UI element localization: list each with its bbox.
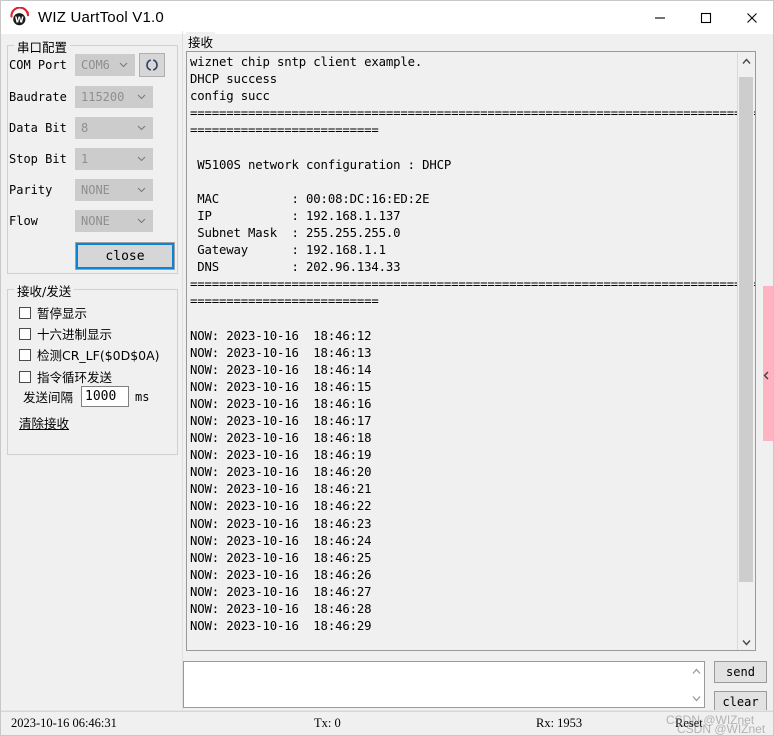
checkbox-box-icon — [19, 327, 31, 340]
data-bit-select[interactable]: 8 — [75, 117, 153, 139]
checkbox-label: 指令循环发送 — [37, 370, 113, 385]
right-edge-overlay-strip — [763, 286, 773, 441]
checkbox-box-icon — [19, 348, 31, 361]
window-controls — [637, 1, 773, 34]
com-port-select[interactable]: COM6 — [75, 54, 135, 76]
chevron-down-icon[interactable] — [688, 690, 704, 706]
wiz-w-logo-icon: W — [9, 6, 31, 29]
send-button[interactable]: send — [714, 661, 767, 683]
receive-scrollbar-thumb[interactable] — [739, 77, 753, 582]
baudrate-value: 115200 — [81, 90, 125, 104]
refresh-ports-icon[interactable] — [139, 53, 165, 77]
panel-divider — [182, 31, 183, 713]
chevron-down-icon — [137, 154, 146, 163]
field-flow: Flow NONE — [1, 209, 172, 233]
title-bar: W WIZ UartTool V1.0 — [1, 1, 773, 34]
checkbox-box-icon — [19, 306, 31, 319]
label-parity: Parity — [9, 183, 53, 197]
status-rx-count: Rx: 1953 — [536, 716, 583, 730]
parity-select[interactable]: NONE — [75, 179, 153, 201]
chevron-down-icon — [137, 185, 146, 194]
close-icon[interactable] — [729, 1, 773, 34]
label-data-bit: Data Bit — [9, 121, 67, 135]
stop-bit-select[interactable]: 1 — [75, 148, 153, 170]
chevron-down-icon — [137, 216, 146, 225]
send-input-scrollbar[interactable] — [688, 662, 704, 707]
chevron-left-icon — [763, 367, 770, 380]
clear-receive-link[interactable]: 清除接收 — [19, 413, 69, 432]
send-input[interactable] — [183, 661, 705, 708]
chevron-down-icon — [137, 123, 146, 132]
status-bar: 2023-10-16 06:46:31 Tx: 0 Rx: 1953 Reset — [1, 711, 773, 735]
send-interval-row: 发送间隔 1000 ms — [23, 386, 149, 407]
title-bar-left: W WIZ UartTool V1.0 — [1, 6, 164, 29]
flow-select[interactable]: NONE — [75, 210, 153, 232]
checkbox-box-icon — [19, 370, 31, 383]
checkbox-hex-display[interactable]: 十六进制显示 — [19, 324, 112, 343]
chevron-down-icon — [119, 60, 128, 69]
label-stop-bit: Stop Bit — [9, 152, 67, 166]
receive-panel-title: 接收 — [186, 32, 216, 51]
flow-value: NONE — [81, 214, 110, 228]
window-title: WIZ UartTool V1.0 — [38, 9, 164, 26]
status-timestamp: 2023-10-16 06:46:31 — [11, 716, 117, 730]
checkbox-label: 检测CR_LF($0D$0A) — [37, 348, 160, 363]
svg-text:W: W — [15, 15, 24, 24]
checkbox-label: 暂停显示 — [37, 306, 88, 321]
rxtx-title: 接收/发送 — [14, 281, 75, 300]
app-window: W WIZ UartTool V1.0 串口配置 COM Port COM6 B… — [0, 0, 774, 736]
send-interval-label: 发送间隔 — [23, 390, 74, 405]
chevron-down-icon — [137, 92, 146, 101]
status-tx-count: Tx: 0 — [314, 716, 341, 730]
label-baudrate: Baudrate — [9, 90, 67, 104]
label-flow: Flow — [9, 214, 38, 228]
chevron-down-icon[interactable] — [738, 634, 754, 650]
maximize-icon[interactable] — [683, 1, 729, 34]
data-bit-value: 8 — [81, 121, 89, 135]
checkbox-loop-send[interactable]: 指令循环发送 — [19, 367, 112, 386]
receive-terminal[interactable]: wiznet chip sntp client example. DHCP su… — [186, 51, 756, 651]
minimize-icon[interactable] — [637, 1, 683, 34]
parity-value: NONE — [81, 183, 110, 197]
stop-bit-value: 1 — [81, 152, 89, 166]
send-interval-unit: ms — [135, 389, 150, 404]
status-reset-button[interactable]: Reset — [675, 716, 703, 731]
field-baudrate: Baudrate 115200 — [1, 85, 172, 109]
chevron-up-icon[interactable] — [688, 663, 704, 679]
field-stop-bit: Stop Bit 1 — [1, 147, 172, 171]
field-parity: Parity NONE — [1, 178, 172, 202]
label-com-port: COM Port — [9, 58, 67, 72]
chevron-up-icon[interactable] — [738, 53, 754, 70]
checkbox-detect-crlf[interactable]: 检测CR_LF($0D$0A) — [19, 345, 160, 364]
receive-scrollbar[interactable] — [737, 53, 754, 650]
field-data-bit: Data Bit 8 — [1, 116, 172, 140]
com-port-value: COM6 — [81, 58, 110, 72]
checkbox-label: 十六进制显示 — [37, 327, 113, 342]
checkbox-pause-display[interactable]: 暂停显示 — [19, 303, 87, 322]
connect-toggle-button[interactable]: close — [75, 242, 175, 270]
field-com-port: COM Port COM6 — [1, 53, 172, 77]
baudrate-select[interactable]: 115200 — [75, 86, 153, 108]
receive-terminal-text: wiznet chip sntp client example. DHCP su… — [190, 55, 755, 634]
send-interval-input[interactable]: 1000 — [81, 386, 130, 407]
